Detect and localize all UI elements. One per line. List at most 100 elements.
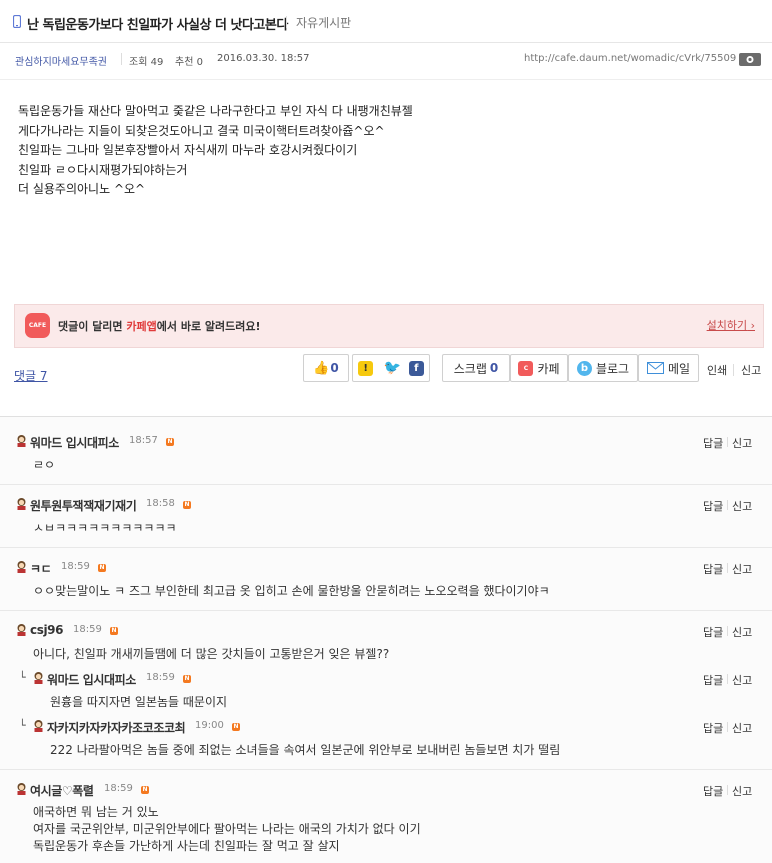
comment-text: ㅅㅂㅋㅋㅋㅋㅋㅋㅋㅋㅋㅋㅋ bbox=[33, 521, 177, 535]
share-cafe-button[interactable]: C 카페 bbox=[510, 354, 568, 382]
body-line: 독립운동가들 재산다 말아먹고 줒같은 나라구한다고 부인 자식 다 내팽개친뷰… bbox=[18, 104, 413, 118]
meta-divider bbox=[0, 79, 772, 80]
avatar-icon bbox=[15, 497, 28, 513]
comment-report-link[interactable]: 신고 bbox=[732, 720, 752, 736]
post-datetime: 2016.03.30. 18:57 bbox=[217, 53, 310, 64]
comment-divider bbox=[0, 484, 772, 485]
views: 조회 49 bbox=[129, 57, 164, 68]
comment-text: ㅇㅇ맞는말이노 ㅋ 즈그 부인한테 최고급 옷 입히고 손에 물한방울 안묻히려… bbox=[33, 584, 550, 598]
kakaostory-icon[interactable]: ! bbox=[358, 360, 374, 376]
title-separator bbox=[286, 16, 287, 28]
comment-reply-link[interactable]: 답글 bbox=[703, 672, 723, 688]
comment-author[interactable]: 여시글♡폭렬 bbox=[30, 782, 94, 799]
scrap-button[interactable]: 스크랩 0 bbox=[442, 354, 510, 382]
comment-reply-link[interactable]: 답글 bbox=[703, 720, 723, 736]
comment-text: 222 나라팔아먹은 놈들 중에 죄없는 소녀들을 속여서 일본군에 위안부로 … bbox=[50, 743, 561, 757]
comment-author[interactable]: csj96 bbox=[30, 623, 63, 637]
new-badge-icon: N bbox=[183, 501, 191, 509]
avatar-icon bbox=[15, 623, 28, 639]
cafe-app-banner: CAFE 댓글이 달리면 카페앱에서 바로 알려드려요! 설치하기 › bbox=[14, 304, 764, 348]
comment-author[interactable]: 원투원투잭잭재기재기 bbox=[30, 497, 137, 514]
body-line: 친일파 ㄹㅇ다시재평가되야하는거 bbox=[18, 162, 188, 177]
post-title: 난 독립운동가보다 친일파가 사실상 더 낫다고본다 bbox=[27, 18, 288, 33]
comment-reply-link[interactable]: 답글 bbox=[703, 561, 723, 577]
comment-action-separator bbox=[727, 563, 728, 573]
comment-count-link[interactable]: 댓글 7 bbox=[14, 367, 48, 384]
new-badge-icon: N bbox=[183, 675, 191, 683]
post-url[interactable]: http://cafe.daum.net/womadic/cVrk/75509 bbox=[524, 53, 736, 64]
comment-reply-link[interactable]: 답글 bbox=[703, 783, 723, 799]
mobile-icon bbox=[13, 15, 21, 28]
avatar-icon bbox=[32, 719, 45, 735]
comment-divider bbox=[0, 769, 772, 770]
comment-report-link[interactable]: 신고 bbox=[732, 435, 752, 451]
facebook-icon[interactable]: f bbox=[408, 360, 424, 376]
comment-divider bbox=[0, 610, 772, 611]
blog-icon: b bbox=[576, 360, 592, 376]
comment-time: 18:58 bbox=[146, 498, 175, 509]
comment-report-link[interactable]: 신고 bbox=[732, 561, 752, 577]
comment-divider bbox=[0, 547, 772, 548]
install-link[interactable]: 설치하기 › bbox=[707, 317, 755, 333]
cafe-app-icon: CAFE bbox=[25, 313, 50, 338]
comment-reply-link[interactable]: 답글 bbox=[703, 498, 723, 514]
comment-report-link[interactable]: 신고 bbox=[732, 624, 752, 640]
comment-action-separator bbox=[727, 626, 728, 636]
comment-text: 원흉을 따지자면 일본놈들 때문이지 bbox=[50, 695, 228, 709]
copy-icon bbox=[746, 56, 754, 63]
comment-report-link[interactable]: 신고 bbox=[732, 672, 752, 688]
report-post-link[interactable]: 신고 bbox=[741, 362, 761, 378]
board-link[interactable]: 자유게시판 bbox=[296, 14, 351, 31]
comment-time: 18:59 bbox=[61, 561, 90, 572]
comment-report-link[interactable]: 신고 bbox=[732, 783, 752, 799]
new-badge-icon: N bbox=[166, 438, 174, 446]
cafe-icon: C bbox=[518, 360, 534, 376]
comment-author[interactable]: 자카지카자카자카조코조코최 bbox=[47, 719, 186, 736]
comment-text: ㄹㅇ bbox=[33, 458, 56, 472]
new-badge-icon: N bbox=[141, 786, 149, 794]
comment-author[interactable]: 워마드 입시대피소 bbox=[30, 434, 119, 451]
share-mail-button[interactable]: 메일 bbox=[638, 354, 699, 382]
author-link[interactable]: 관심하지마세요무족권 bbox=[15, 53, 107, 68]
print-link[interactable]: 인쇄 bbox=[707, 362, 727, 378]
comment-reply-link[interactable]: 답글 bbox=[703, 435, 723, 451]
comment-author[interactable]: ㅋㄷ bbox=[30, 560, 52, 577]
mail-icon bbox=[646, 362, 664, 374]
comment-action-separator bbox=[727, 674, 728, 684]
comment-text: 독립운동가 후손들 가난하게 사는데 친일파는 잘 먹고 잘 살지 bbox=[33, 839, 340, 853]
comment-text: 아니다, 친일파 개새끼들땜에 더 많은 갓치들이 고통받은거 잊은 뷰젤?? bbox=[33, 647, 390, 661]
comment-text: 애국하면 뭐 남는 거 있노 bbox=[33, 805, 159, 819]
comment-author[interactable]: 워마드 입시대피소 bbox=[47, 671, 136, 688]
recommend: 추천 0 bbox=[175, 57, 203, 68]
comment-time: 18:59 bbox=[146, 672, 175, 683]
comment-time: 19:00 bbox=[195, 720, 224, 731]
avatar-icon bbox=[15, 560, 28, 576]
comment-action-separator bbox=[727, 500, 728, 510]
body-line: 친일파는 그나마 일본후장빨아서 자식새끼 마누라 호강시켜줬다이기 bbox=[18, 143, 358, 158]
share-blog-button[interactable]: b 블로그 bbox=[568, 354, 638, 382]
body-line: 더 실용주의아니노 ^오^ bbox=[18, 182, 146, 197]
new-badge-icon: N bbox=[98, 564, 106, 572]
copy-url-button[interactable] bbox=[739, 53, 761, 66]
like-button[interactable]: 👍 0 bbox=[303, 354, 349, 382]
reply-arrow-icon: └ bbox=[19, 671, 26, 684]
toolbar-separator bbox=[733, 364, 734, 376]
avatar-icon bbox=[15, 434, 28, 450]
share-sns-group: ! 🐦 f bbox=[352, 354, 430, 382]
post-header: 난 독립운동가보다 친일파가 사실상 더 낫다고본다 자유게시판 bbox=[0, 0, 772, 43]
comment-time: 18:59 bbox=[73, 624, 102, 635]
comment-reply-link[interactable]: 답글 bbox=[703, 624, 723, 640]
comment-report-link[interactable]: 신고 bbox=[732, 498, 752, 514]
comment-action-separator bbox=[727, 722, 728, 732]
avatar-icon bbox=[15, 782, 28, 798]
reply-arrow-icon: └ bbox=[19, 719, 26, 732]
new-badge-icon: N bbox=[110, 627, 118, 635]
avatar-icon bbox=[32, 671, 45, 687]
thumbs-up-icon: 👍 bbox=[313, 360, 330, 376]
new-badge-icon: N bbox=[232, 723, 240, 731]
comment-action-separator bbox=[727, 437, 728, 447]
comment-time: 18:57 bbox=[129, 435, 158, 446]
meta-separator bbox=[121, 53, 122, 65]
twitter-icon[interactable]: 🐦 bbox=[383, 360, 401, 376]
post-body: 독립운동가들 재산다 말아먹고 줒같은 나라구한다고 부인 자식 다 내팽개친뷰… bbox=[18, 102, 413, 200]
